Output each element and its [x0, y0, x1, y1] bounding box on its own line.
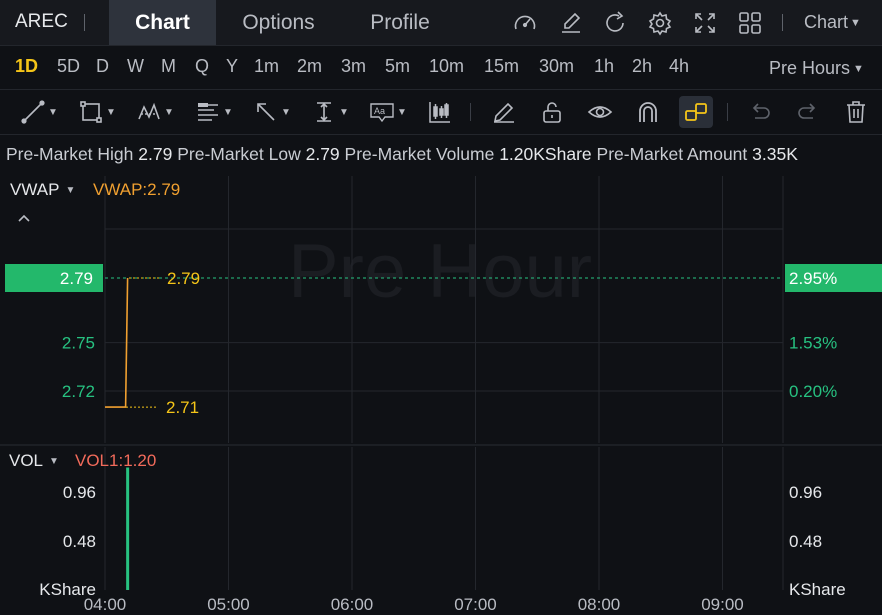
x-tick-label: 08:00 [578, 595, 621, 614]
chart-labels: 04:00 05:00 06:00 07:00 08:00 09:002.75 1.53%2… [5, 264, 882, 614]
percent-tick-label: 1.53% [789, 334, 837, 353]
x-tick-label: 09:00 [701, 595, 744, 614]
chevron-down-icon: ▼ [65, 185, 76, 196]
volume-tick-label: 0.48 [789, 532, 822, 551]
volume-bar [126, 467, 130, 590]
chevron-up-icon[interactable] [14, 210, 34, 226]
volume-unit-label: KShare [789, 580, 846, 599]
vol-indicator-name: VOL [9, 451, 44, 470]
chevron-down-icon: ▼ [49, 456, 59, 467]
vol-indicator-selector[interactable]: VOL ▼ [9, 451, 59, 471]
x-tick-label: 05:00 [207, 595, 250, 614]
x-tick-label: 07:00 [454, 595, 497, 614]
current-change-label: 2.95% [789, 269, 837, 288]
price-tick-label: 2.75 [62, 334, 95, 353]
annotation-label: 2.71 [166, 398, 199, 417]
x-tick-label: 06:00 [331, 595, 374, 614]
vwap-indicator-name: VWAP [10, 180, 60, 199]
volume-unit-label: KShare [39, 580, 96, 599]
volume-tick-label: 0.48 [63, 532, 96, 551]
vwap-value: VWAP:2.79 [93, 180, 181, 199]
price-tick-label: 2.72 [62, 382, 95, 401]
annotation-label: 2.79 [167, 269, 200, 288]
vol-value: VOL1:1.20 [75, 451, 157, 470]
chart-marks [105, 277, 783, 590]
volume-tick-label: 0.96 [789, 483, 822, 502]
session-watermark: Pre Hour [288, 229, 592, 314]
price-chart[interactable]: Pre Hour 04:00 05:00 06:00 07:00 08:00 09:002… [0, 0, 882, 615]
current-price-label: 2.79 [60, 269, 93, 288]
volume-tick-label: 0.96 [63, 483, 96, 502]
vwap-indicator-selector[interactable]: VWAP ▼ [10, 180, 75, 200]
percent-tick-label: 0.20% [789, 382, 837, 401]
